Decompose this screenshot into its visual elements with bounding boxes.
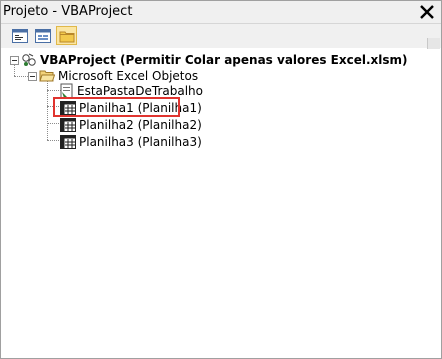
tree-connector [47,90,61,91]
tree-node-label: Planilha3 (Planilha3) [79,134,202,149]
tree-node-label: Planilha2 (Planilha2) [79,117,202,132]
workbook-icon [60,83,73,98]
form-view-icon [34,28,51,43]
folder-icon [59,31,74,42]
collapse-project-toggle[interactable] [10,56,19,65]
view-object-button[interactable] [32,26,53,45]
collapse-folder-toggle[interactable] [28,72,37,81]
title-bar[interactable]: Projeto - VBAProject [1,1,441,24]
tree-node-planilha2[interactable]: Planilha2 (Planilha2) [60,116,203,133]
window-title: Projeto - VBAProject [3,4,133,19]
close-button[interactable] [417,2,437,22]
tree-node-label: Microsoft Excel Objetos [58,68,199,83]
toolbar [1,24,441,70]
tree-node-planilha1[interactable]: Planilha1 (Planilha1) [60,99,203,116]
worksheet-icon [60,134,76,149]
worksheet-icon [60,100,76,115]
tree-connector [47,140,59,141]
tree-connector [47,123,59,124]
tree-node-label: VBAProject (Permitir Colar apenas valore… [40,52,408,67]
toggle-folders-button[interactable] [56,26,77,45]
code-view-icon [11,28,28,43]
tree-node-estapastadetrabalho[interactable]: EstaPastaDeTrabalho [60,82,204,99]
tree-node-vbaproject[interactable]: VBAProject (Permitir Colar apenas valore… [21,51,409,68]
folder-open-icon [39,70,55,81]
vba-project-icon [22,53,36,66]
tree-connector [47,106,59,107]
project-explorer-panel: Projeto - VBAProject VBAProject (Permiti… [0,0,442,359]
tree-node-label: EstaPastaDeTrabalho [77,83,203,98]
project-tree: VBAProject (Permitir Colar apenas valore… [1,49,441,358]
tree-node-label: Planilha1 (Planilha1) [79,100,202,115]
tree-node-planilha3[interactable]: Planilha3 (Planilha3) [60,133,203,150]
close-icon [420,5,434,19]
view-code-button[interactable] [9,26,30,45]
worksheet-icon [60,117,76,132]
